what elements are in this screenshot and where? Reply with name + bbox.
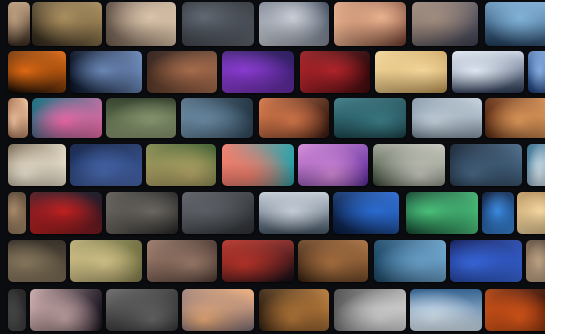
thumbnail-concert-crowd[interactable]: [482, 192, 514, 234]
thumbnail-fabric-detail[interactable]: [8, 192, 26, 234]
thumbnail-grey-gradient[interactable]: [182, 192, 254, 234]
thumbnail-crowd-night[interactable]: [30, 289, 102, 331]
thumbnail-teal-room[interactable]: [334, 98, 406, 138]
thumbnail-space-telescope[interactable]: [70, 51, 142, 93]
thumbnail-smoke-figure[interactable]: [106, 289, 178, 331]
thumbnail-helicopter[interactable]: [259, 192, 329, 234]
thumbnail-red-sports-car[interactable]: [30, 192, 102, 234]
thumbnail-news-studio[interactable]: [70, 144, 142, 186]
thumbnail-warm-abstract[interactable]: [8, 98, 28, 138]
thumbnail-friends-selfie[interactable]: [106, 2, 176, 46]
video-thumbnail-wall: [0, 0, 561, 334]
thumbnail-dancers-purple[interactable]: [298, 144, 368, 186]
thumbnail-woman-mirror[interactable]: [259, 98, 329, 138]
thumbnail-soldier-portrait[interactable]: [8, 240, 66, 282]
thumbnail-soccer-players[interactable]: [373, 144, 445, 186]
thumbnail-couple-dinner[interactable]: [147, 51, 217, 93]
thumbnail-skater-city[interactable]: [259, 2, 329, 46]
thumbnail-robot-neon[interactable]: [32, 98, 102, 138]
page-edge: [545, 0, 561, 334]
thumbnail-desert-house[interactable]: [70, 240, 142, 282]
thumbnail-speedboat[interactable]: [410, 289, 482, 331]
thumbnail-family-gathering[interactable]: [147, 240, 217, 282]
thumbnail-race-car[interactable]: [334, 289, 406, 331]
thumbnail-giraffe-savanna[interactable]: [375, 51, 447, 93]
thumbnail-dark-creature[interactable]: [450, 144, 522, 186]
thumbnail-dark-street[interactable]: [182, 2, 254, 46]
thumbnail-cat-closeup[interactable]: [106, 192, 178, 234]
thumbnail-woman-field[interactable]: [146, 144, 216, 186]
thumbnail-monkey-closeup[interactable]: [298, 240, 368, 282]
thumbnail-bride-portrait[interactable]: [8, 2, 30, 46]
thumbnail-concert-stage[interactable]: [222, 51, 294, 93]
thumbnail-dark-strip[interactable]: [8, 289, 26, 331]
thumbnail-electric-guitar[interactable]: [450, 240, 522, 282]
thumbnail-skier-mountain[interactable]: [452, 51, 524, 93]
thumbnail-red-lights[interactable]: [300, 51, 370, 93]
thumbnail-haunted-house[interactable]: [181, 98, 253, 138]
thumbnail-white-dog[interactable]: [8, 144, 66, 186]
thumbnail-kayak-river[interactable]: [374, 240, 446, 282]
thumbnail-soldier-action[interactable]: [259, 289, 329, 331]
thumbnail-green-dragon[interactable]: [406, 192, 478, 234]
thumbnail-couple-portrait[interactable]: [412, 2, 478, 46]
thumbnail-presenter-stage[interactable]: [333, 192, 399, 234]
thumbnail-family-selfie[interactable]: [334, 2, 406, 46]
thumbnail-workshop-man[interactable]: [32, 2, 102, 46]
thumbnail-man-rocks[interactable]: [106, 98, 176, 138]
thumbnail-breakfast-table[interactable]: [222, 144, 294, 186]
thumbnail-sunset-beach[interactable]: [182, 289, 254, 331]
thumbnail-solar-eclipse[interactable]: [8, 51, 66, 93]
thumbnail-night-street[interactable]: [222, 240, 294, 282]
thumbnail-city-rooftop[interactable]: [412, 98, 482, 138]
